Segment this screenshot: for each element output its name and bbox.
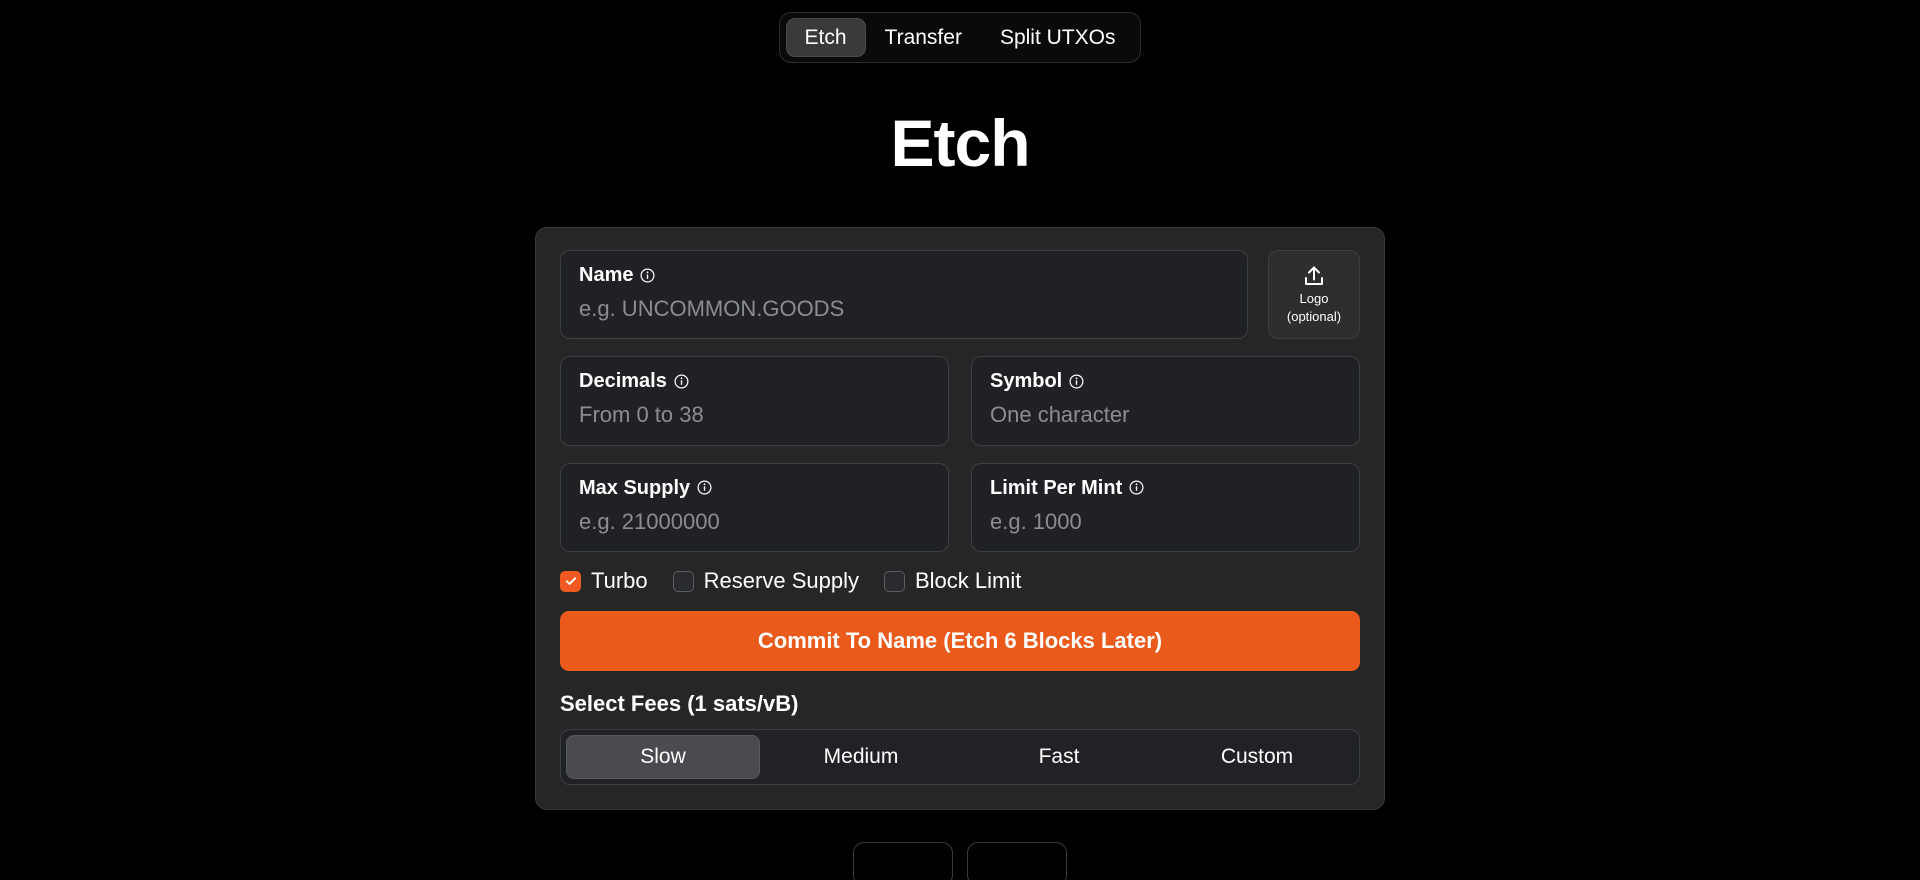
- fee-option-slow[interactable]: Slow: [566, 735, 760, 779]
- checkbox-turbo[interactable]: Turbo: [560, 569, 648, 593]
- tab-transfer[interactable]: Transfer: [866, 18, 981, 57]
- info-circle-icon[interactable]: [1129, 480, 1144, 495]
- max-supply-field-label-row: Max Supply: [579, 476, 930, 500]
- check-icon: [565, 577, 576, 586]
- checkbox-block-limit[interactable]: Block Limit: [883, 568, 1022, 594]
- logo-button-label-line2: (optional): [1286, 308, 1342, 324]
- bottom-pill-right[interactable]: [967, 841, 1067, 880]
- max-supply-field-label: Max Supply: [579, 476, 691, 499]
- max-supply-field[interactable]: Max Supply e.g. 21000000: [560, 462, 949, 553]
- top-tabbar: Etch Transfer Split UTXOs: [778, 12, 1142, 64]
- supply-limit-row: Max Supply e.g. 21000000 Limit Per Mint: [560, 462, 1360, 553]
- decimals-symbol-row: Decimals From 0 to 38 Symbol One charact…: [560, 356, 1360, 446]
- fee-option-fast[interactable]: Fast: [962, 735, 1156, 778]
- name-field-label-row: Name: [579, 263, 1229, 287]
- limit-per-mint-field-label: Limit Per Mint: [990, 476, 1123, 499]
- symbol-input[interactable]: One character: [990, 402, 1341, 428]
- tab-etch[interactable]: Etch: [785, 18, 866, 58]
- etch-form-card: Name e.g. UNCOMMON.GOODS Logo (optional)…: [535, 227, 1385, 810]
- checkbox-reserve-supply[interactable]: Reserve Supply: [672, 568, 859, 594]
- decimals-input[interactable]: From 0 to 38: [579, 402, 930, 428]
- bottom-action-row: [0, 841, 1920, 880]
- limit-per-mint-field[interactable]: Limit Per Mint e.g. 1000: [971, 462, 1360, 553]
- symbol-field[interactable]: Symbol One character: [971, 356, 1360, 446]
- limit-per-mint-field-label-row: Limit Per Mint: [990, 476, 1341, 500]
- info-circle-icon[interactable]: [640, 268, 655, 283]
- logo-upload-button[interactable]: Logo (optional): [1268, 250, 1360, 340]
- fee-option-custom[interactable]: Custom: [1160, 735, 1354, 778]
- symbol-field-label-row: Symbol: [990, 369, 1341, 393]
- top-tabbar-container: Etch Transfer Split UTXOs: [0, 0, 1920, 64]
- logo-button-label-line1: Logo: [1299, 290, 1329, 306]
- bottom-pill-left[interactable]: [853, 841, 953, 880]
- tab-split-utxos[interactable]: Split UTXOs: [981, 18, 1135, 57]
- commit-to-name-button[interactable]: Commit To Name (Etch 6 Blocks Later): [560, 611, 1360, 672]
- name-logo-row: Name e.g. UNCOMMON.GOODS Logo (optional): [560, 250, 1360, 340]
- form-card-container: Name e.g. UNCOMMON.GOODS Logo (optional)…: [0, 227, 1920, 810]
- max-supply-input[interactable]: e.g. 21000000: [579, 509, 930, 535]
- name-field-label: Name: [579, 264, 634, 287]
- upload-icon: [1301, 265, 1327, 289]
- options-checkbox-row: Turbo Reserve Supply Block Limit: [560, 569, 1360, 593]
- name-input[interactable]: e.g. UNCOMMON.GOODS: [579, 296, 1229, 322]
- select-fees-title: Select Fees (1 sats/vB): [560, 691, 799, 717]
- decimals-field-label-row: Decimals: [579, 369, 930, 393]
- checkbox-reserve-supply-box[interactable]: [672, 570, 694, 592]
- checkbox-reserve-supply-label: Reserve Supply: [703, 568, 859, 594]
- info-circle-icon[interactable]: [1069, 374, 1084, 389]
- decimals-field[interactable]: Decimals From 0 to 38: [560, 356, 949, 446]
- fee-option-medium[interactable]: Medium: [764, 735, 958, 778]
- symbol-field-label: Symbol: [990, 370, 1063, 393]
- checkbox-block-limit-box[interactable]: [883, 570, 905, 592]
- checkbox-turbo-label: Turbo: [591, 568, 648, 594]
- fee-selector: Slow Medium Fast Custom: [560, 729, 1360, 785]
- page-title: Etch: [890, 106, 1030, 181]
- info-circle-icon[interactable]: [674, 374, 689, 389]
- name-field[interactable]: Name e.g. UNCOMMON.GOODS: [560, 250, 1248, 340]
- limit-per-mint-input[interactable]: e.g. 1000: [990, 509, 1341, 535]
- checkbox-block-limit-label: Block Limit: [914, 568, 1022, 594]
- checkbox-turbo-box[interactable]: [560, 570, 581, 592]
- decimals-field-label: Decimals: [579, 370, 667, 393]
- info-circle-icon[interactable]: [697, 480, 712, 495]
